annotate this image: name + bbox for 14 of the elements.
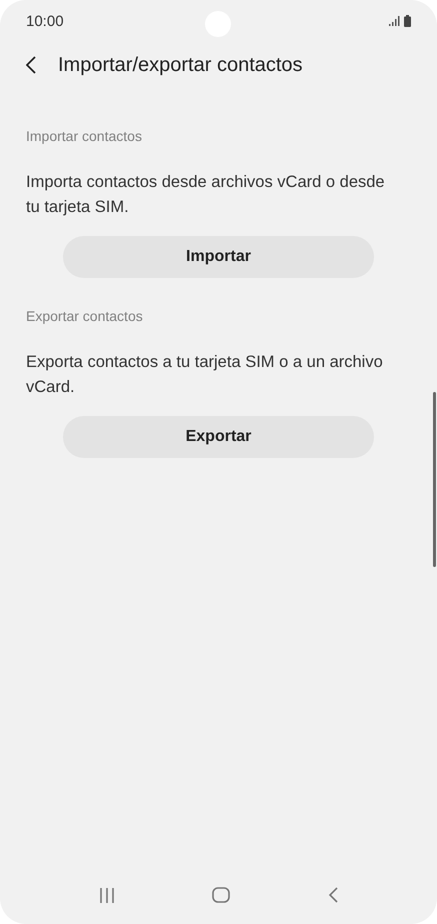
status-time: 10:00 — [26, 12, 64, 30]
page-title: Importar/exportar contactos — [58, 54, 303, 76]
back-nav-icon[interactable] — [328, 887, 338, 903]
home-icon[interactable] — [212, 887, 230, 903]
battery-icon — [404, 15, 411, 27]
section-label: Importar contactos — [26, 128, 143, 144]
back-icon[interactable] — [26, 56, 36, 74]
signal-icon — [389, 16, 400, 26]
action-button[interactable]: Exportar — [63, 416, 374, 458]
recent-apps-icon[interactable] — [98, 888, 115, 902]
section-description: Exporta contactos a tu tarjeta SIM o a un archivo vCard. — [26, 352, 384, 398]
section-label: Exportar contactos — [26, 308, 144, 324]
action-button[interactable]: Importar — [63, 236, 374, 278]
section-description: Importa contactos desde archivos vCard o desde tu tarjeta SIM. — [26, 172, 386, 218]
